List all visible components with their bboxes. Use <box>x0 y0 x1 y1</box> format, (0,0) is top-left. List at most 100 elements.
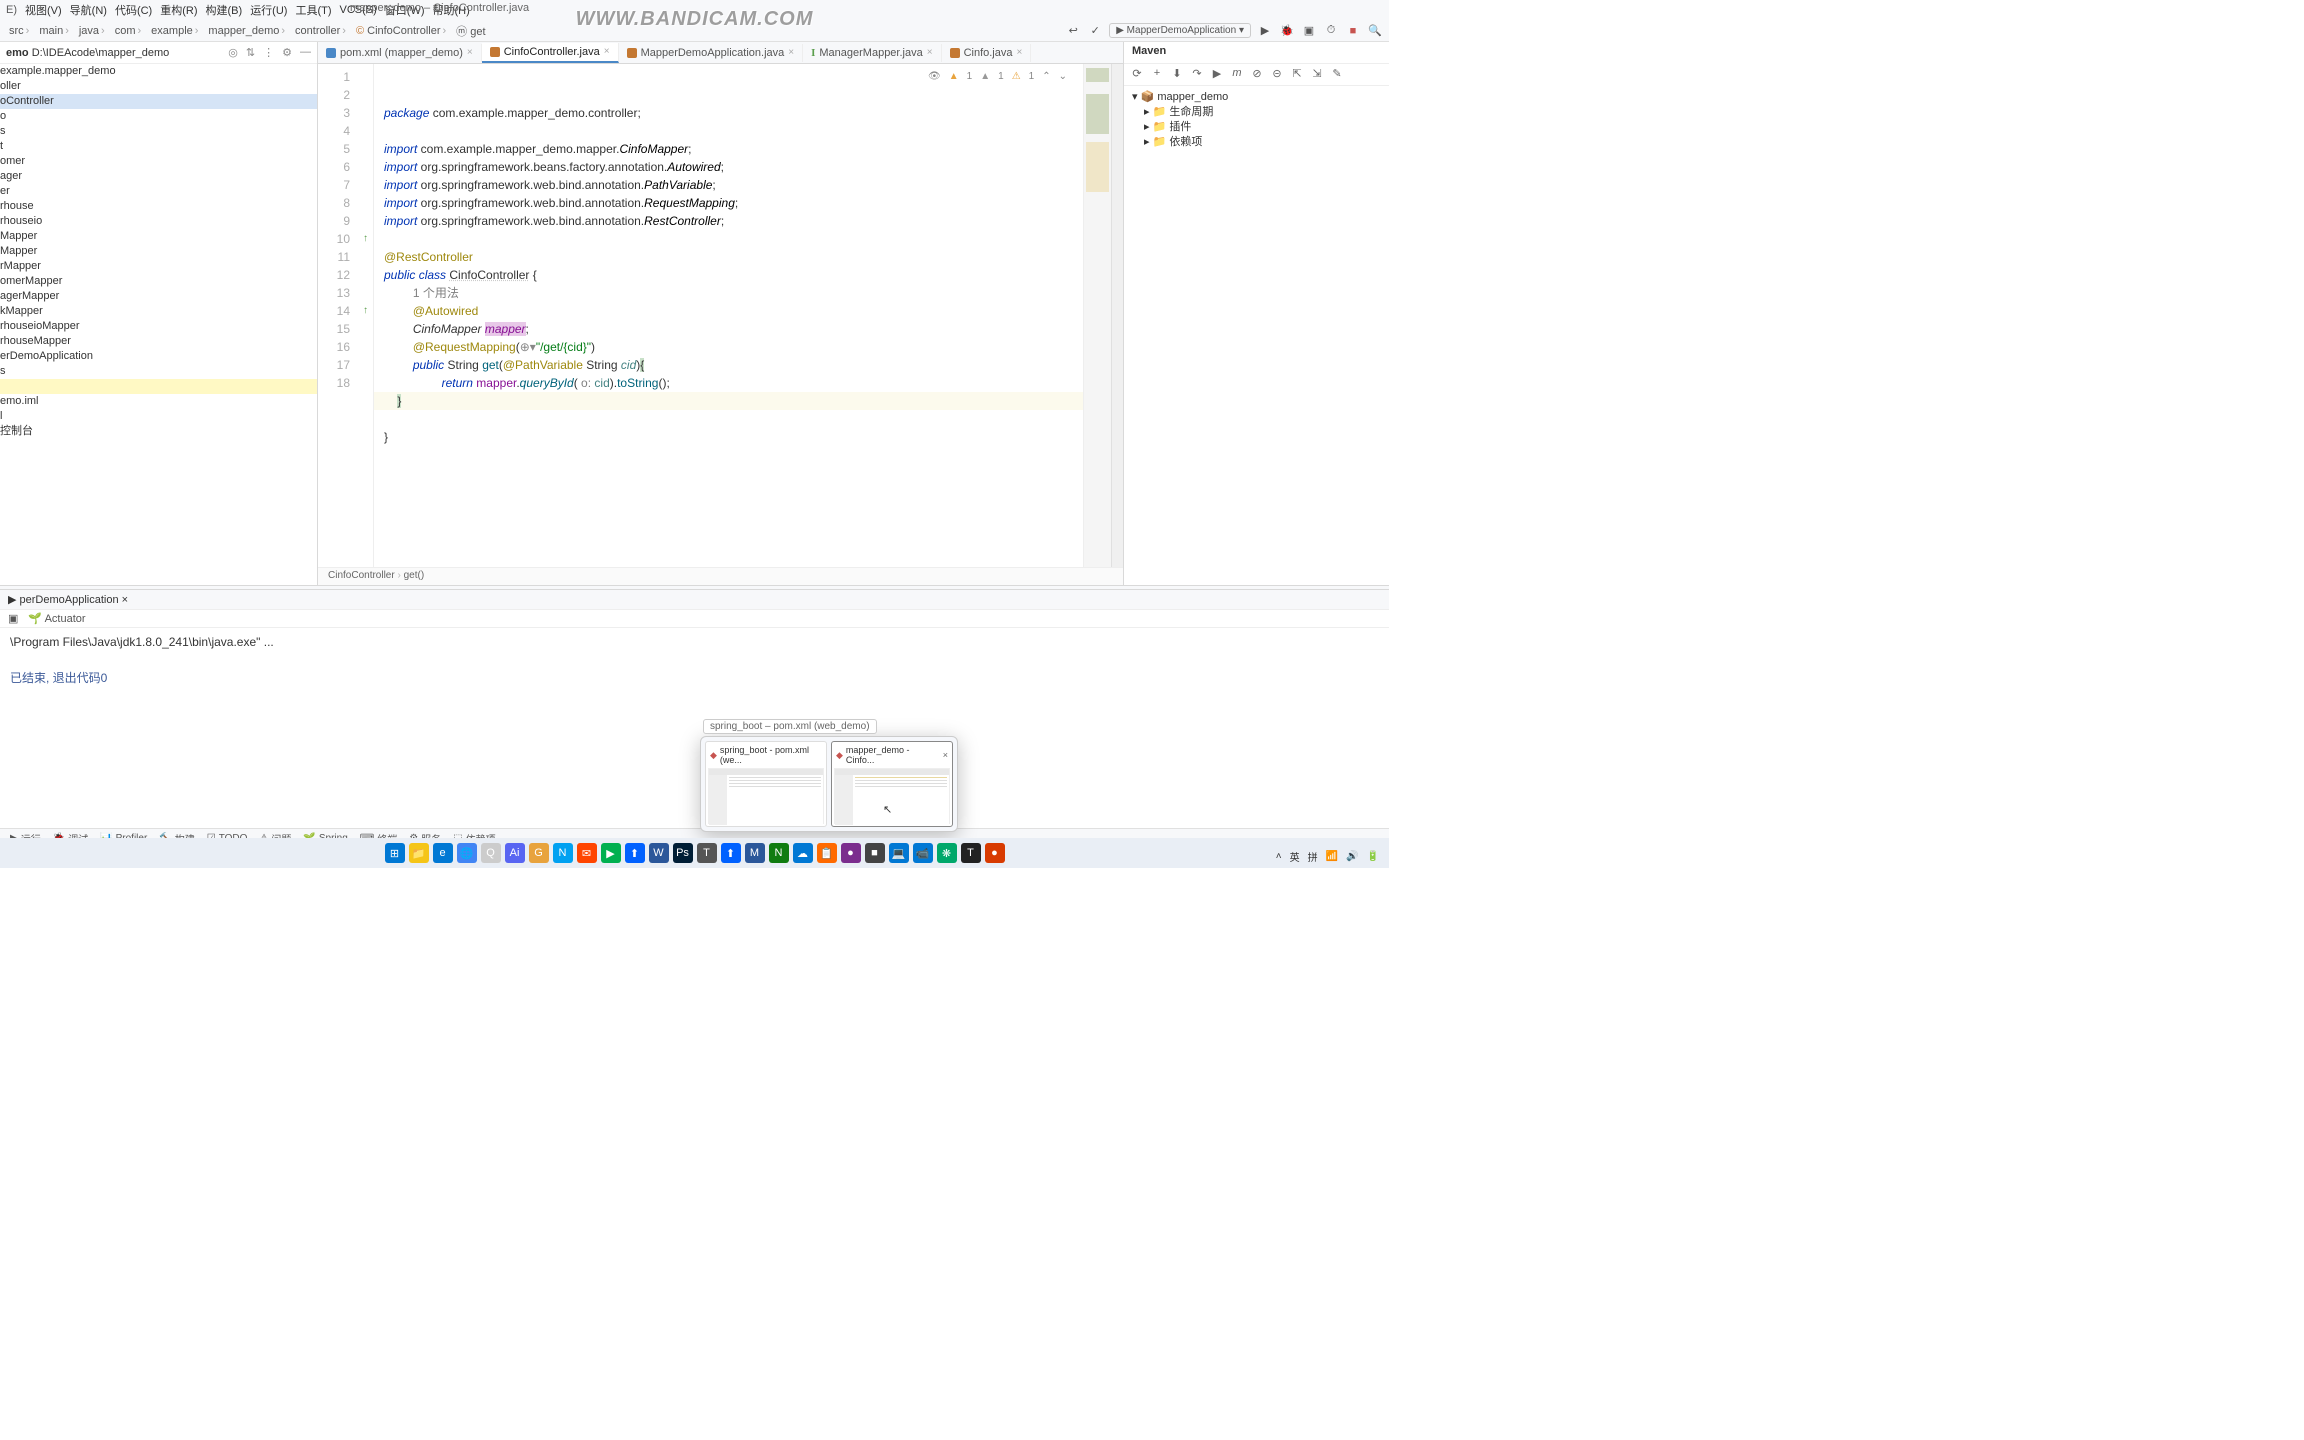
wifi-icon[interactable]: 📶 <box>1326 851 1338 862</box>
code-editor[interactable]: 👁 ▲1 ▲1 ⚠1 ⌃⌄ package com.example.mapper… <box>374 64 1083 567</box>
filter-icon[interactable]: ⋮ <box>263 46 274 59</box>
close-tab-icon[interactable]: × <box>788 47 794 58</box>
preview-window-2[interactable]: ◆mapper_demo - Cinfo...× ↖ <box>831 741 953 827</box>
tree-item[interactable]: rMapper <box>0 259 317 274</box>
taskbar-app[interactable]: ▶ <box>601 843 621 863</box>
tray-expand-icon[interactable]: ˄ <box>1276 851 1282 862</box>
taskbar-app[interactable]: ⬆ <box>721 843 741 863</box>
crumb-controller[interactable]: controller <box>292 25 351 37</box>
editor-tab[interactable]: MapperDemoApplication.java× <box>619 44 804 62</box>
taskbar-app[interactable]: ● <box>985 843 1005 863</box>
stop-button[interactable]: ■ <box>1345 23 1361 39</box>
crumb-java[interactable]: java <box>76 25 110 37</box>
crumb-class[interactable]: © CinfoController <box>353 25 451 37</box>
console-output[interactable]: \Program Files\Java\jdk1.8.0_241\bin\jav… <box>0 628 1389 828</box>
taskbar-app[interactable]: ☁ <box>793 843 813 863</box>
taskbar-app[interactable]: ● <box>841 843 861 863</box>
tree-item[interactable]: er <box>0 184 317 199</box>
reader-icon[interactable]: 👁 <box>928 68 941 86</box>
tree-item[interactable]: rhouseioMapper <box>0 319 317 334</box>
minimap[interactable] <box>1083 64 1111 567</box>
sort-icon[interactable]: ⇅ <box>246 46 255 59</box>
crumb-main[interactable]: main <box>36 25 74 37</box>
offline-icon[interactable]: ⊝ <box>1270 67 1284 82</box>
back-icon[interactable]: ↩ <box>1065 23 1081 39</box>
close-tab-icon[interactable]: × <box>467 47 473 58</box>
taskbar-app[interactable]: 🌐 <box>457 843 477 863</box>
taskbar-app[interactable]: T <box>697 843 717 863</box>
taskbar-app[interactable]: Ps <box>673 843 693 863</box>
taskbar-app[interactable]: T <box>961 843 981 863</box>
expand-icon[interactable]: ⇲ <box>1310 67 1324 82</box>
taskbar-app[interactable]: Ai <box>505 843 525 863</box>
reload-icon[interactable]: ⟳ <box>1130 67 1144 82</box>
preview-window-1[interactable]: ◆spring_boot - pom.xml (we... <box>705 741 827 827</box>
editor-tab[interactable]: CinfoController.java× <box>482 43 619 63</box>
tree-item[interactable]: oller <box>0 79 317 94</box>
taskbar-app[interactable]: G <box>529 843 549 863</box>
close-tab-icon[interactable]: × <box>604 46 610 57</box>
tree-item[interactable]: kMapper <box>0 304 317 319</box>
gear-icon[interactable]: ⚙ <box>282 46 292 59</box>
tree-item[interactable]: o <box>0 109 317 124</box>
tree-item[interactable]: agerMapper <box>0 289 317 304</box>
editor-scrollbar[interactable] <box>1111 64 1123 567</box>
tree-item[interactable]: Mapper <box>0 229 317 244</box>
close-tab-icon[interactable]: × <box>927 47 933 58</box>
taskbar-app[interactable]: 💻 <box>889 843 909 863</box>
tree-item[interactable]: t <box>0 139 317 154</box>
tree-item[interactable]: omer <box>0 154 317 169</box>
taskbar-app[interactable]: e <box>433 843 453 863</box>
editor-tab[interactable]: pom.xml (mapper_demo)× <box>318 44 482 62</box>
tree-item[interactable]: rhouseio <box>0 214 317 229</box>
actuator-tab[interactable]: 🌱 Actuator <box>28 612 85 625</box>
taskbar-app[interactable]: N <box>553 843 573 863</box>
tree-item[interactable]: omerMapper <box>0 274 317 289</box>
run-config-tab[interactable]: ▶ perDemoApplication × <box>0 591 136 608</box>
run-button[interactable]: ▶ <box>1257 23 1273 39</box>
collapse-all-icon[interactable]: ⇱ <box>1290 67 1304 82</box>
project-tree[interactable]: example.mapper_demoolleroControllerostom… <box>0 64 317 439</box>
project-root[interactable]: emo D:\IDEAcode\mapper_demo <box>6 47 169 59</box>
tree-item[interactable]: s <box>0 124 317 139</box>
taskbar-app[interactable]: W <box>649 843 669 863</box>
tree-item[interactable]: oController <box>0 94 317 109</box>
download-icon[interactable]: ⬇ <box>1170 67 1184 82</box>
crumb-pkg[interactable]: mapper_demo <box>205 25 290 37</box>
taskbar-app[interactable]: ❋ <box>937 843 957 863</box>
taskbar-app[interactable]: N <box>769 843 789 863</box>
crumb-example[interactable]: example <box>148 25 203 37</box>
close-icon[interactable]: × <box>943 750 948 760</box>
taskbar-app[interactable]: 📋 <box>817 843 837 863</box>
editor-tab[interactable]: IManagerMapper.java× <box>803 44 941 62</box>
taskbar-app[interactable]: ⊞ <box>385 843 405 863</box>
tree-item[interactable]: l <box>0 409 317 424</box>
tree-item[interactable]: s <box>0 364 317 379</box>
tree-item[interactable]: example.mapper_demo <box>0 64 317 79</box>
tree-item[interactable]: Mapper <box>0 244 317 259</box>
skip-icon[interactable]: ↷ <box>1190 67 1204 82</box>
coverage-button[interactable]: ▣ <box>1301 23 1317 39</box>
taskbar-app[interactable]: ■ <box>865 843 885 863</box>
taskbar-app[interactable]: ✉ <box>577 843 597 863</box>
volume-icon[interactable]: 🔊 <box>1346 851 1358 862</box>
system-tray[interactable]: ˄ 英 拼 📶 🔊 🔋 <box>1276 849 1379 864</box>
menu-build[interactable]: 构建(B) <box>206 2 243 18</box>
taskbar-app[interactable]: 📁 <box>409 843 429 863</box>
taskbar-app[interactable]: 📹 <box>913 843 933 863</box>
menu-run[interactable]: 运行(U) <box>250 2 287 18</box>
taskbar-app[interactable]: ⬆ <box>625 843 645 863</box>
generate-icon[interactable]: + <box>1150 67 1164 82</box>
goals-icon[interactable]: m <box>1230 67 1244 82</box>
tree-item[interactable]: ager <box>0 169 317 184</box>
console-tab[interactable]: ▣ <box>8 612 18 625</box>
battery-icon[interactable]: 🔋 <box>1367 851 1379 862</box>
search-icon[interactable]: 🔍 <box>1367 23 1383 39</box>
ime-lang[interactable]: 英 <box>1290 849 1300 864</box>
run-config-dropdown[interactable]: ▶ MapperDemoApplication ▾ <box>1109 23 1251 38</box>
tree-item[interactable]: erDemoApplication <box>0 349 317 364</box>
tree-item[interactable]: 控制台 <box>0 424 317 439</box>
target-icon[interactable]: ◎ <box>228 46 238 59</box>
crumb-src[interactable]: src <box>6 25 34 37</box>
override-marker[interactable]: ↑ <box>358 230 373 248</box>
